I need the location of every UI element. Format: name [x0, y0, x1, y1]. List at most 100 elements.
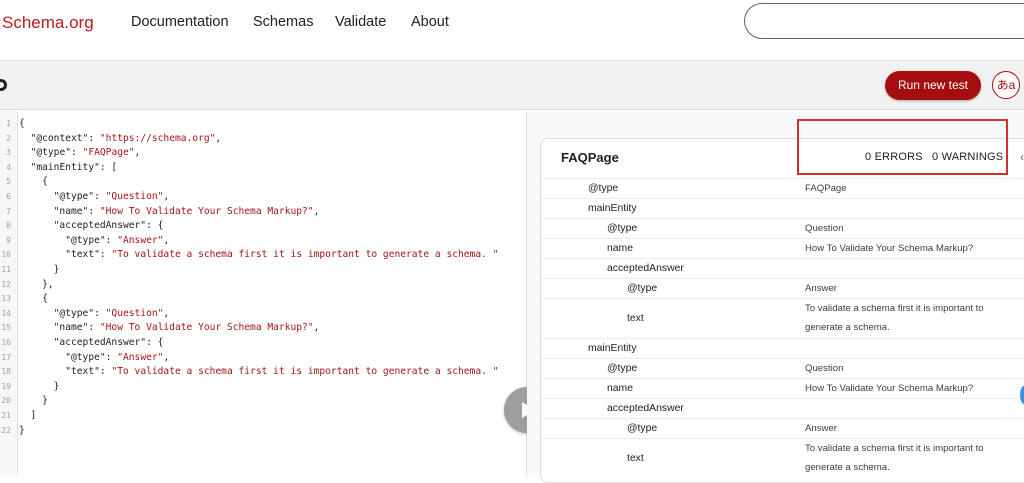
floating-widget-icon[interactable] [1020, 386, 1024, 404]
line-number: 12 [1, 279, 11, 289]
line-number: 19 [1, 381, 11, 391]
property-name: mainEntity [588, 343, 637, 354]
result-row: text To validate a schema first it is imp… [541, 298, 1024, 338]
property-name: @type [607, 223, 638, 234]
code-text: "text": "To validate a schema first it i… [65, 366, 499, 378]
line-number: 10 [1, 250, 11, 260]
code-text: } [19, 395, 48, 407]
line-number: 11 [1, 265, 11, 274]
code-line: 19 } [0, 380, 520, 395]
code-line: 13 { [0, 292, 520, 307]
result-row: mainEntity [541, 338, 1024, 358]
property-value: To validate a schema first it is importa… [805, 443, 984, 473]
result-title[interactable]: FAQPage [561, 150, 619, 165]
line-number: 21 [1, 411, 11, 420]
code-toggle-icon[interactable] [0, 78, 8, 92]
result-row: acceptedAnswer [541, 258, 1024, 278]
line-number: 7 [6, 206, 11, 216]
result-row: @type FAQPage [541, 178, 1024, 198]
result-row: acceptedAnswer [541, 398, 1024, 418]
line-number: 16 [1, 338, 11, 347]
code-line: 21 ] [0, 409, 520, 424]
code-editor[interactable]: 1{2 "@context": "https://schema.org", 3 "… [0, 111, 527, 475]
nav-validate[interactable]: Validate [335, 14, 386, 30]
property-name: text [627, 453, 644, 464]
result-row: name How To Validate Your Schema Markup? [541, 378, 1024, 398]
line-number: 14 [1, 308, 11, 318]
property-name: name [607, 243, 633, 254]
toolbar [0, 60, 1024, 110]
code-line: 2 "@context": "https://schema.org", [0, 132, 520, 147]
code-line: 16 "acceptedAnswer": { [0, 336, 520, 351]
code-text: "@type": "Question", [53, 307, 170, 319]
line-number: 8 [6, 221, 11, 231]
code-line: 9 "@type": "Answer", [0, 234, 520, 249]
code-text: "acceptedAnswer": { [53, 220, 164, 232]
code-line: 1{ [0, 117, 520, 132]
code-line: 3 "@type": "FAQPage", [0, 146, 520, 161]
line-number: 22 [1, 425, 11, 435]
code-text: } [19, 424, 25, 436]
code-line: 14 "@type": "Question", [0, 307, 520, 322]
property-value: To validate a schema first it is importa… [805, 303, 984, 333]
language-button[interactable]: あa [992, 71, 1020, 99]
property-value: How To Validate Your Schema Markup? [805, 243, 974, 254]
code-text: "name": "How To Validate Your Schema Mar… [53, 322, 320, 334]
search-input[interactable] [744, 3, 1024, 39]
line-number: 1 [6, 119, 11, 128]
code-text: "@type": "FAQPage", [30, 147, 141, 159]
line-number: 2 [6, 133, 11, 143]
code-text: } [19, 380, 60, 392]
line-number: 5 [6, 177, 11, 187]
code-line: 17 "@type": "Answer", [0, 351, 520, 366]
code-text: "acceptedAnswer": { [53, 337, 164, 348]
result-row: text To validate a schema first it is imp… [541, 438, 1024, 478]
line-number: 18 [1, 367, 11, 377]
property-value: Answer [805, 423, 837, 434]
line-number: 13 [1, 294, 11, 304]
run-new-test-button[interactable]: Run new test [885, 71, 981, 100]
code-line: 6 "@type": "Question", [0, 190, 520, 205]
property-name: name [607, 383, 633, 394]
code-text: }, [19, 278, 54, 290]
code-line: 15 "name": "How To Validate Your Schema … [0, 321, 520, 336]
property-value: Question [805, 363, 844, 374]
code-text: { [19, 176, 48, 188]
result-row: @type Answer [541, 278, 1024, 298]
code-text: "@context": "https://schema.org", [30, 132, 222, 144]
property-name: @type [607, 363, 638, 374]
code-text: "mainEntity": [ [30, 161, 118, 173]
code-line: 5 { [0, 175, 520, 190]
property-name: acceptedAnswer [607, 403, 684, 414]
line-number: 3 [6, 148, 11, 158]
code-text: "@type": "Answer", [65, 234, 170, 246]
code-text: "@type": "Answer", [65, 351, 170, 363]
result-row: mainEntity [541, 198, 1024, 218]
code-text: ] [19, 410, 37, 421]
nav-documentation[interactable]: Documentation [131, 14, 229, 30]
result-row: @type Question [541, 358, 1024, 378]
nav-about[interactable]: About [411, 14, 449, 30]
schema-org-logo[interactable]: Schema.org [2, 13, 94, 33]
result-row: @type Answer [541, 418, 1024, 438]
top-nav: Schema.org Documentation Schemas Validat… [0, 0, 1024, 60]
nav-schemas[interactable]: Schemas [253, 14, 313, 30]
property-value: Answer [805, 283, 837, 294]
property-name: @type [627, 423, 658, 434]
property-name: text [627, 313, 644, 324]
result-row: @type Question [541, 218, 1024, 238]
code-line: 10 "text": "To validate a schema first i… [0, 248, 520, 263]
code-text: "text": "To validate a schema first it i… [65, 249, 499, 261]
property-value: How To Validate Your Schema Markup? [805, 383, 974, 394]
code-text: } [19, 264, 60, 275]
property-name: acceptedAnswer [607, 263, 684, 274]
property-name: @type [627, 283, 658, 294]
property-value: FAQPage [805, 183, 847, 194]
result-row: name How To Validate Your Schema Markup? [541, 238, 1024, 258]
code-line: 20 } [0, 394, 520, 409]
property-value: Question [805, 223, 844, 234]
code-text: "name": "How To Validate Your Schema Mar… [53, 205, 320, 217]
chevron-icon[interactable]: ‹ [1020, 150, 1024, 164]
line-number: 4 [6, 162, 11, 172]
code-line: 12 }, [0, 278, 520, 293]
